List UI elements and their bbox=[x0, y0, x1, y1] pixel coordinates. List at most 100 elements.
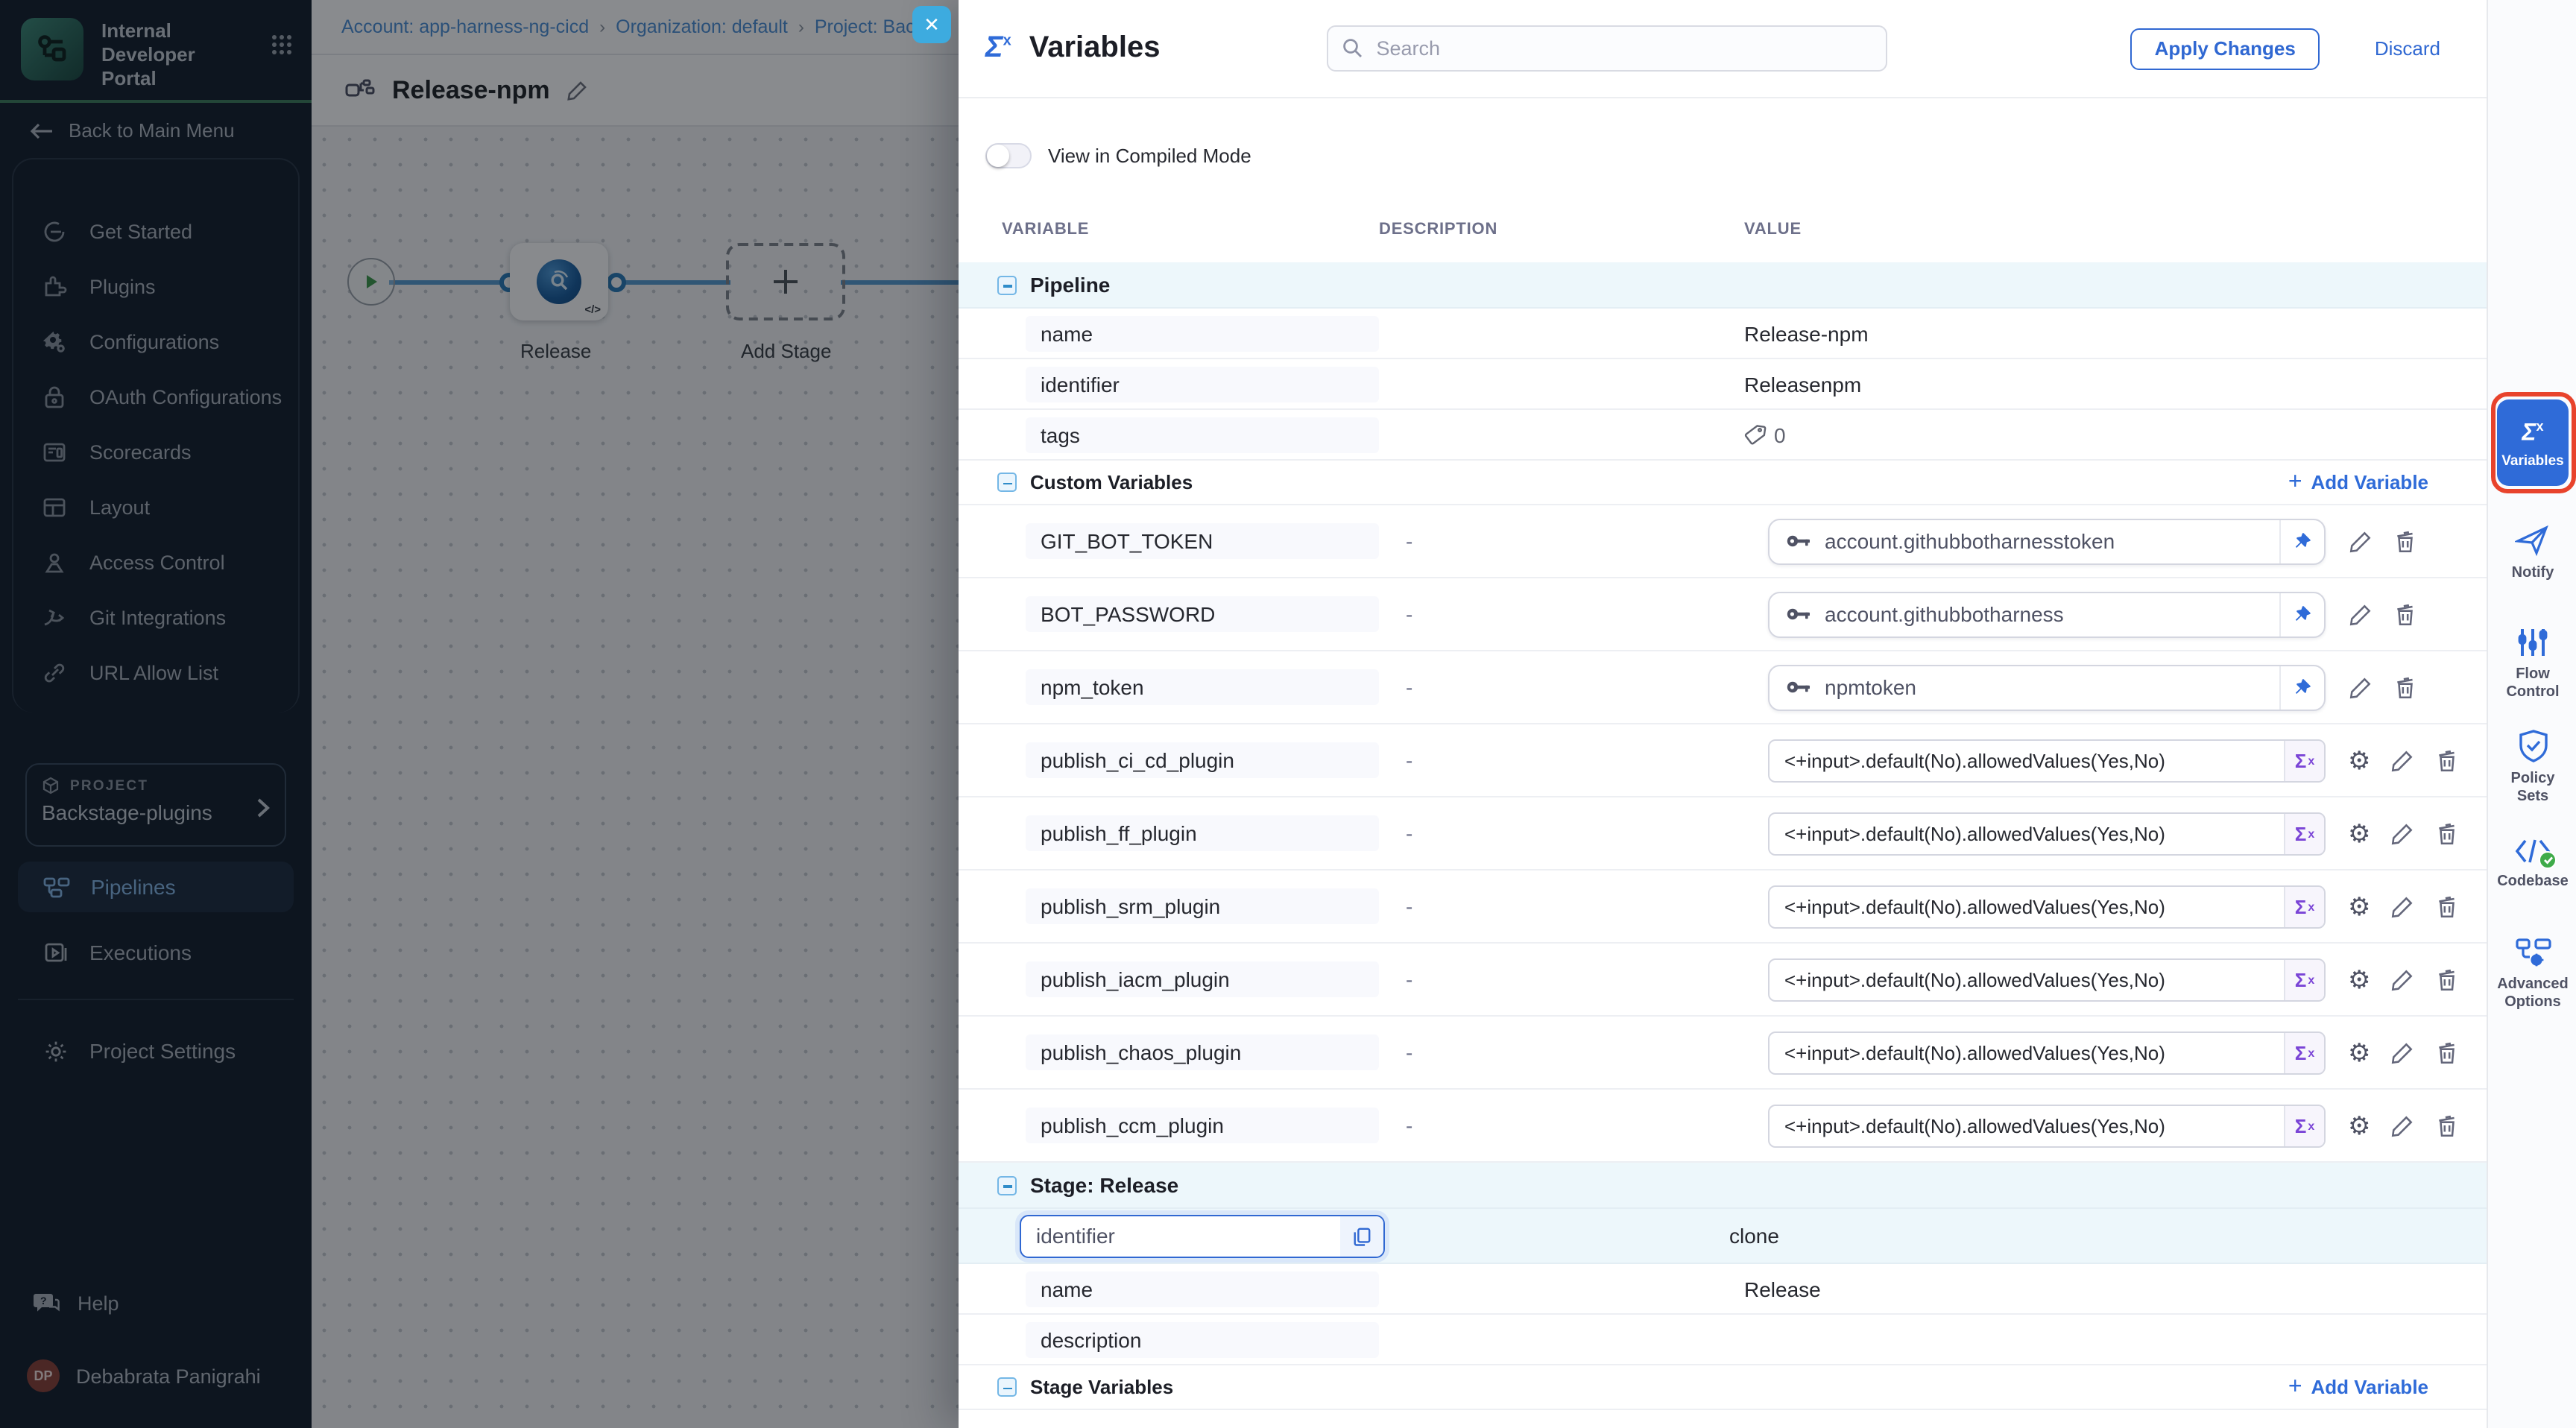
pin-icon[interactable] bbox=[2279, 666, 2324, 709]
compiled-mode-toggle[interactable] bbox=[985, 143, 1032, 168]
delete-trash-icon[interactable] bbox=[2435, 748, 2460, 773]
table-row: npm_token - npmtoken bbox=[959, 651, 2487, 724]
variable-description: - bbox=[1406, 821, 1744, 845]
rail-item-flow-control[interactable]: Flow Control bbox=[2488, 626, 2576, 702]
variable-description: - bbox=[1406, 1113, 1744, 1137]
identifier-input[interactable] bbox=[1021, 1224, 1340, 1248]
delete-trash-icon[interactable] bbox=[2435, 821, 2460, 846]
apply-changes-button[interactable]: Apply Changes bbox=[2131, 28, 2320, 69]
delete-trash-icon[interactable] bbox=[2393, 601, 2418, 627]
edit-pencil-icon[interactable] bbox=[2390, 748, 2416, 773]
collapse-icon[interactable] bbox=[997, 1175, 1017, 1195]
secret-value-field[interactable]: account.githubbotharness bbox=[1768, 591, 2326, 637]
expression-sigma-icon[interactable]: Σx bbox=[2284, 1105, 2324, 1146]
flow-control-icon bbox=[2516, 626, 2549, 659]
section-title: Stage Variables bbox=[1030, 1376, 1173, 1398]
copy-icon[interactable] bbox=[1340, 1216, 1383, 1256]
pin-icon[interactable] bbox=[2279, 593, 2324, 636]
discard-button[interactable]: Discard bbox=[2366, 36, 2449, 61]
expression-sigma-icon[interactable]: Σx bbox=[2284, 740, 2324, 780]
tags-count: 0 bbox=[1774, 423, 1786, 446]
variable-description: - bbox=[1406, 602, 1744, 626]
variable-value: Release bbox=[1744, 1277, 2487, 1301]
expression-sigma-icon[interactable]: Σx bbox=[2284, 813, 2324, 853]
search-box bbox=[1327, 25, 1887, 72]
runtime-input-field[interactable]: <+input>.default(No).allowedValues(Yes,N… bbox=[1768, 739, 2326, 782]
runtime-input-field[interactable]: <+input>.default(No).allowedValues(Yes,N… bbox=[1768, 1031, 2326, 1074]
rail-item-codebase[interactable]: Codebase bbox=[2488, 836, 2576, 891]
rail-item-advanced-options[interactable]: Advanced Options bbox=[2488, 938, 2576, 1012]
variable-name: publish_ff_plugin bbox=[1026, 815, 1379, 851]
delete-trash-icon[interactable] bbox=[2393, 674, 2418, 700]
runtime-input-value: <+input>.default(No).allowedValues(Yes,N… bbox=[1770, 968, 2284, 991]
settings-gear-icon[interactable]: ⚙ bbox=[2348, 967, 2371, 992]
secret-value-field[interactable]: npmtoken bbox=[1768, 664, 2326, 710]
delete-trash-icon[interactable] bbox=[2435, 967, 2460, 992]
variable-name: description bbox=[1026, 1321, 1379, 1357]
table-row: publish_srm_plugin - <+input>.default(No… bbox=[959, 871, 2487, 944]
table-row: publish_chaos_plugin - <+input>.default(… bbox=[959, 1017, 2487, 1090]
edit-pencil-icon[interactable] bbox=[2390, 821, 2416, 846]
column-description: DESCRIPTION bbox=[1379, 221, 1744, 259]
modal-overlay[interactable] bbox=[0, 0, 959, 1428]
variable-description: - bbox=[1406, 529, 1744, 553]
edit-pencil-icon[interactable] bbox=[2348, 601, 2373, 627]
pin-icon[interactable] bbox=[2279, 519, 2324, 563]
variable-name: publish_srm_plugin bbox=[1026, 888, 1379, 924]
close-drawer-button[interactable]: ✕ bbox=[912, 6, 951, 43]
settings-gear-icon[interactable]: ⚙ bbox=[2348, 1040, 2371, 1065]
add-variable-button[interactable]: + Add Variable bbox=[2288, 470, 2428, 494]
add-variable-button[interactable]: + Add Variable bbox=[2288, 1375, 2428, 1399]
settings-gear-icon[interactable]: ⚙ bbox=[2348, 821, 2371, 846]
runtime-input-field[interactable]: <+input>.default(No).allowedValues(Yes,N… bbox=[1768, 1104, 2326, 1147]
expression-sigma-icon[interactable]: Σx bbox=[2284, 959, 2324, 999]
delete-trash-icon[interactable] bbox=[2435, 894, 2460, 919]
settings-gear-icon[interactable]: ⚙ bbox=[2348, 748, 2371, 773]
edit-pencil-icon[interactable] bbox=[2348, 528, 2373, 554]
runtime-input-value: <+input>.default(No).allowedValues(Yes,N… bbox=[1770, 895, 2284, 917]
expression-sigma-icon[interactable]: Σx bbox=[2284, 886, 2324, 926]
rail-item-policy-sets[interactable]: Policy Sets bbox=[2488, 729, 2576, 806]
edit-pencil-icon[interactable] bbox=[2390, 894, 2416, 919]
variable-value: Releasenpm bbox=[1744, 372, 2487, 396]
section-title: Pipeline bbox=[1030, 273, 1110, 297]
settings-gear-icon[interactable]: ⚙ bbox=[2348, 894, 2371, 919]
delete-trash-icon[interactable] bbox=[2393, 528, 2418, 554]
edit-pencil-icon[interactable] bbox=[2390, 1040, 2416, 1065]
settings-gear-icon[interactable]: ⚙ bbox=[2348, 1113, 2371, 1138]
edit-pencil-icon[interactable] bbox=[2348, 674, 2373, 700]
edit-pencil-icon[interactable] bbox=[2390, 1113, 2416, 1138]
variables-drawer: Σx Variables Apply Changes Discard View … bbox=[959, 0, 2487, 1428]
variable-name: name bbox=[1026, 315, 1379, 351]
table-row: description bbox=[959, 1315, 2487, 1365]
table-row: publish_ci_cd_plugin - <+input>.default(… bbox=[959, 724, 2487, 797]
collapse-icon[interactable] bbox=[997, 275, 1017, 294]
runtime-input-field[interactable]: <+input>.default(No).allowedValues(Yes,N… bbox=[1768, 958, 2326, 1001]
notify-icon bbox=[2515, 525, 2551, 557]
secret-value: account.githubbotharness bbox=[1825, 602, 2279, 626]
edit-pencil-icon[interactable] bbox=[2390, 967, 2416, 992]
variables-sigma-icon: Σx bbox=[985, 31, 1011, 66]
secret-value-field[interactable]: account.githubbotharnesstoken bbox=[1768, 518, 2326, 564]
plus-icon: + bbox=[2288, 470, 2302, 494]
codebase-check-icon bbox=[2539, 851, 2557, 869]
variables-sigma-icon: Σx bbox=[2522, 417, 2544, 446]
variables-table: Pipeline name Release-npm identifier Rel… bbox=[959, 262, 2487, 1410]
runtime-input-field[interactable]: <+input>.default(No).allowedValues(Yes,N… bbox=[1768, 885, 2326, 928]
table-row: BOT_PASSWORD - account.githubbotharness bbox=[959, 578, 2487, 651]
rail-item-notify[interactable]: Notify bbox=[2488, 525, 2576, 583]
delete-trash-icon[interactable] bbox=[2435, 1040, 2460, 1065]
runtime-input-field[interactable]: <+input>.default(No).allowedValues(Yes,N… bbox=[1768, 812, 2326, 855]
table-row: name Release-npm bbox=[959, 309, 2487, 359]
collapse-icon[interactable] bbox=[997, 473, 1017, 492]
collapse-icon[interactable] bbox=[997, 1377, 1017, 1397]
variable-name: GIT_BOT_TOKEN bbox=[1026, 523, 1379, 559]
rail-item-variables[interactable]: Σx Variables bbox=[2497, 399, 2569, 486]
secret-value: account.githubbotharnesstoken bbox=[1825, 529, 2279, 553]
delete-trash-icon[interactable] bbox=[2435, 1113, 2460, 1138]
expression-sigma-icon[interactable]: Σx bbox=[2284, 1032, 2324, 1072]
search-input[interactable] bbox=[1327, 25, 1887, 72]
policy-sets-shield-icon bbox=[2517, 729, 2548, 763]
table-header: VARIABLE DESCRIPTION VALUE bbox=[959, 221, 2487, 259]
section-title: Stage: Release bbox=[1030, 1173, 1178, 1197]
